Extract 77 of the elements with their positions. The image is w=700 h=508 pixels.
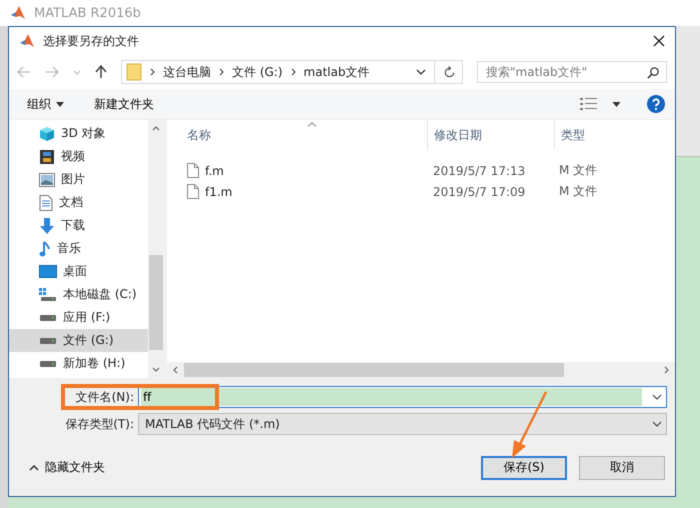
sidebar-item[interactable]: 3D 对象 xyxy=(9,122,148,145)
refresh-icon[interactable] xyxy=(443,66,456,78)
scroll-left-icon[interactable] xyxy=(173,366,178,374)
search-field[interactable]: 搜索"matlab文件" xyxy=(477,61,667,83)
file-name-label: 文件名(N): xyxy=(74,388,135,406)
column-header[interactable]: 名称 xyxy=(167,120,427,150)
file-type: M 文件 xyxy=(558,162,598,179)
organize-button[interactable]: 组织 xyxy=(23,94,68,114)
sidebar-item[interactable]: 新加卷 (H:) xyxy=(9,352,148,375)
desktop-icon xyxy=(39,264,57,278)
matlab-logo-icon xyxy=(19,33,35,49)
matlab-logo-icon xyxy=(10,5,26,21)
vertical-scrollbar[interactable] xyxy=(148,120,164,378)
file-type-label: 保存类型(T): xyxy=(64,416,135,432)
address-bar[interactable]: 这台电脑 文件 (G:) matlab文件 xyxy=(121,60,463,84)
chevron-right-icon xyxy=(150,68,155,76)
scroll-down-icon[interactable] xyxy=(152,367,160,372)
music-note-icon xyxy=(39,240,51,256)
modified-date: 2019/5/7 17:13 xyxy=(432,164,526,178)
sort-caret-icon xyxy=(307,122,317,127)
file-row[interactable]: f1.m 2019/5/7 17:09 M 文件 xyxy=(167,181,675,202)
chevron-up-icon xyxy=(29,464,39,470)
annotation-arrow xyxy=(509,390,549,460)
save-button[interactable]: 保存(S) xyxy=(481,456,567,480)
drive-icon xyxy=(39,336,57,344)
sidebar-item[interactable]: 本地磁盘 (C:) xyxy=(9,283,148,306)
sidebar-item[interactable]: 视频 xyxy=(9,145,148,168)
drive-icon xyxy=(39,360,57,368)
caret-down-icon[interactable] xyxy=(612,102,621,106)
windows-drive-icon xyxy=(39,288,57,302)
picture-icon xyxy=(39,172,55,186)
sidebar-item[interactable]: 文档 xyxy=(9,191,148,214)
close-icon[interactable] xyxy=(653,35,665,47)
scroll-up-icon[interactable] xyxy=(152,126,160,131)
search-icon xyxy=(647,66,660,79)
film-icon xyxy=(39,148,55,164)
file-icon xyxy=(187,163,199,178)
file-icon xyxy=(187,184,199,199)
chevron-down-icon xyxy=(652,421,662,427)
column-header[interactable]: 修改日期 xyxy=(427,120,554,150)
view-options-icon[interactable] xyxy=(580,98,598,110)
file-name: f.m xyxy=(205,164,224,178)
download-arrow-icon xyxy=(39,218,55,234)
app-title: MATLAB R2016b xyxy=(34,6,141,20)
document-icon xyxy=(39,194,53,210)
cancel-button[interactable]: 取消 xyxy=(579,456,665,480)
sidebar-item[interactable]: 图片 xyxy=(9,168,148,191)
file-name: f1.m xyxy=(205,184,232,198)
sidebar-item[interactable]: 下载 xyxy=(9,214,148,237)
chevron-right-icon xyxy=(219,68,224,76)
scroll-right-icon[interactable] xyxy=(664,366,669,374)
folder-icon xyxy=(126,63,142,81)
modified-date: 2019/5/7 17:09 xyxy=(432,184,526,198)
file-name-field[interactable]: ff xyxy=(138,386,667,408)
sidebar-item[interactable]: 音乐 xyxy=(9,237,148,260)
file-type-dropdown[interactable]: MATLAB 代码文件 (*.m) xyxy=(138,413,667,435)
up-arrow-icon[interactable] xyxy=(95,65,107,79)
sidebar-item[interactable]: 应用 (F:) xyxy=(9,306,148,329)
dialog-title: 选择要另存的文件 xyxy=(43,32,139,50)
chevron-down-icon[interactable] xyxy=(652,394,662,400)
breadcrumb-item[interactable]: 文件 (G:) xyxy=(232,64,283,80)
drive-icon xyxy=(39,314,57,322)
sidebar-item[interactable]: 文件 (G:) xyxy=(9,329,148,352)
file-type: M 文件 xyxy=(558,183,598,200)
breadcrumb-item[interactable]: matlab文件 xyxy=(304,64,370,80)
new-folder-button[interactable]: 新建文件夹 xyxy=(90,94,158,114)
column-header[interactable]: 类型 xyxy=(554,120,675,150)
chevron-right-icon xyxy=(290,68,296,76)
caret-down-icon xyxy=(56,102,64,106)
horizontal-scrollbar[interactable] xyxy=(167,362,675,378)
breadcrumb-item[interactable]: 这台电脑 xyxy=(163,64,211,80)
help-icon[interactable] xyxy=(647,95,665,113)
chevron-down-icon[interactable] xyxy=(416,69,426,75)
cube-icon xyxy=(39,126,55,142)
hide-folders-toggle[interactable]: 隐藏文件夹 xyxy=(23,458,111,477)
sidebar-item[interactable]: 桌面 xyxy=(9,260,148,283)
file-row[interactable]: f.m 2019/5/7 17:13 M 文件 xyxy=(167,160,675,181)
